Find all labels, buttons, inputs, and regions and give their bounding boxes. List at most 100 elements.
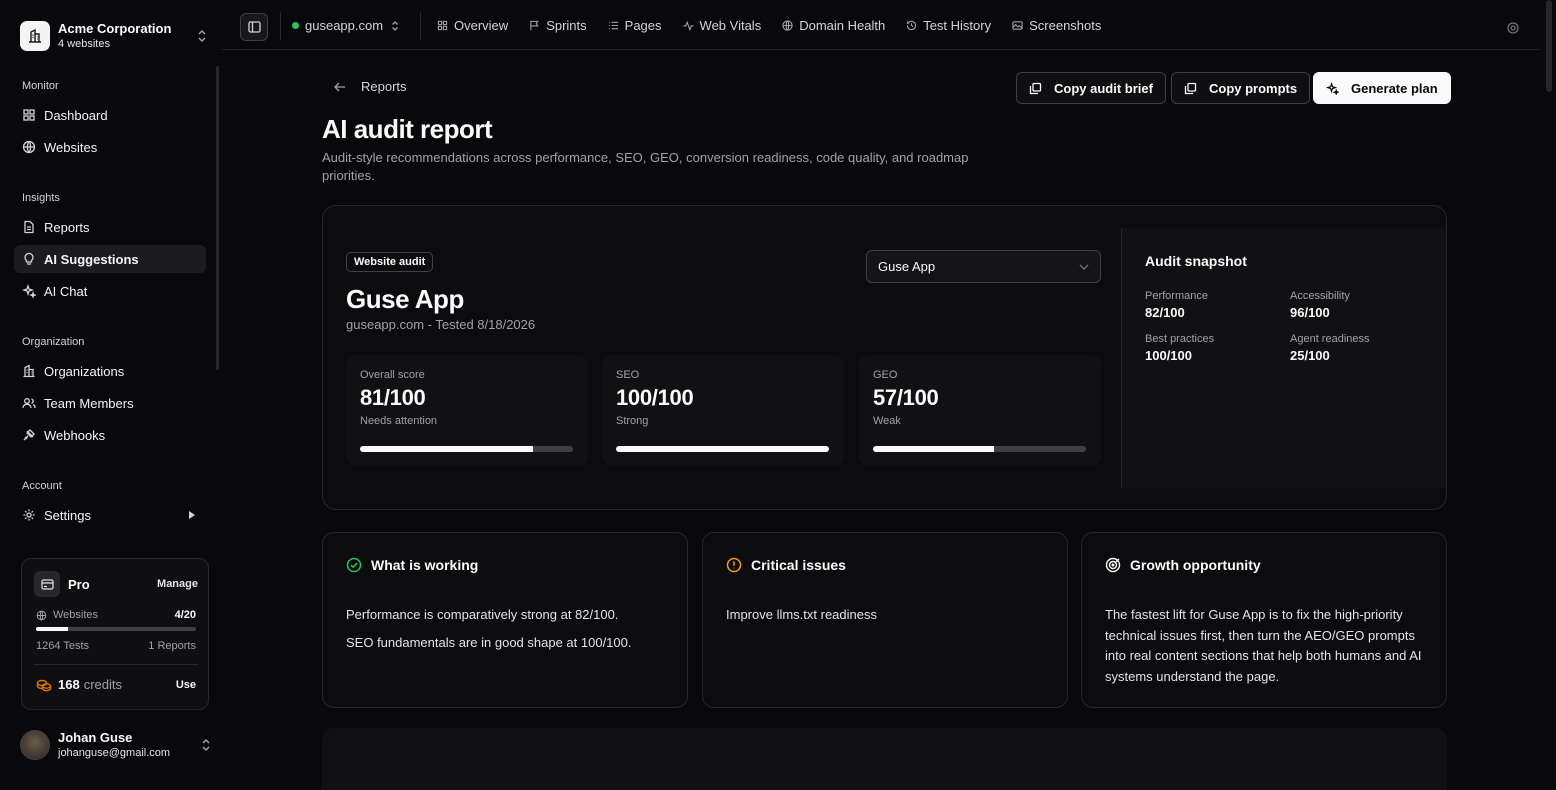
score-progress-fill (873, 446, 995, 452)
card-line: Performance is comparatively strong at 8… (346, 607, 619, 622)
tab-screenshots[interactable]: Screenshots (1012, 18, 1101, 33)
credit-card-icon (34, 571, 60, 597)
sidebar-item-team-members[interactable]: Team Members (14, 389, 206, 417)
audit-site-name: Guse App (346, 284, 464, 314)
card-line: The fastest lift for Guse App is to fix … (1105, 607, 1422, 684)
page-scrollbar[interactable] (1546, 0, 1552, 92)
globe-icon (22, 140, 36, 154)
score-progress (616, 446, 829, 452)
image-icon (1012, 21, 1023, 30)
site-selector[interactable]: guseapp.com (292, 18, 399, 33)
divider (420, 12, 421, 40)
tab-sprints[interactable]: Sprints (529, 18, 587, 33)
plan-card: Pro Manage Websites 4/20 1264 Tests 1 Re… (21, 558, 209, 710)
back-to-reports-link[interactable]: Reports (333, 79, 407, 94)
user-menu[interactable]: Johan Guse johanguse@gmail.com (20, 730, 212, 760)
sidebar-item-label: Team Members (44, 395, 134, 411)
sidebar-item-label: Websites (44, 139, 98, 155)
snapshot-label: Best practices (1145, 333, 1215, 345)
tab-label: Screenshots (1029, 18, 1102, 33)
plan-reports: 1 Reports (148, 640, 196, 652)
sidebar-item-label: AI Suggestions (44, 251, 139, 267)
score-progress (873, 446, 1086, 452)
score-card-geo: GEO 57/100 Weak (859, 355, 1101, 466)
coins-icon (36, 679, 52, 691)
webhook-icon (23, 429, 35, 441)
plan-name: Pro (68, 576, 90, 592)
sidebar-item-ai-chat[interactable]: AI Chat (14, 277, 206, 305)
generate-plan-button[interactable]: Generate plan (1313, 72, 1451, 104)
sidebar-scrollbar[interactable] (216, 66, 219, 370)
copy-prompts-button[interactable]: Copy prompts (1171, 72, 1311, 104)
sidebar-item-label: Settings (44, 507, 91, 523)
plan-manage-button[interactable]: Manage (157, 578, 198, 590)
back-label: Reports (361, 79, 407, 94)
score-progress-fill (360, 446, 533, 452)
tab-domain-health[interactable]: Domain Health (782, 18, 885, 33)
score-label: GEO (873, 369, 898, 381)
snapshot-value: 82/100 (1145, 305, 1185, 320)
activity-icon (682, 20, 694, 31)
snapshot-label: Agent readiness (1290, 333, 1370, 345)
topbar: guseapp.com Overview Sprints Pages Web V… (222, 0, 1540, 50)
website-select[interactable]: Guse App (866, 250, 1101, 283)
score-value: 81/100 (360, 385, 426, 410)
score-card-seo: SEO 100/100 Strong (602, 355, 844, 466)
credits-count: 168 (58, 677, 80, 692)
org-website-count: 4 websites (58, 38, 110, 50)
grid-icon (437, 20, 448, 31)
audit-site-meta: guseapp.com - Tested 8/18/2026 (346, 317, 536, 332)
sidebar-toggle-button[interactable] (240, 13, 268, 41)
card-title: Growth opportunity (1130, 557, 1261, 573)
tab-label: Test History (923, 18, 992, 33)
sidebar-item-organizations[interactable]: Organizations (14, 357, 206, 385)
tab-label: Domain Health (799, 18, 886, 33)
plan-websites-progress (36, 627, 196, 631)
audit-snapshot-title: Audit snapshot (1145, 253, 1247, 269)
use-credits-button[interactable]: Use (176, 679, 196, 691)
panel-left-icon (247, 21, 261, 33)
nav-section-organization: Organization (22, 336, 85, 348)
sidebar-item-webhooks[interactable]: Webhooks (14, 421, 206, 449)
audit-snapshot-panel: Audit snapshot Performance 82/100 Access… (1121, 228, 1446, 488)
critical-issues-card: Critical issues Improve llms.txt readine… (702, 532, 1068, 708)
sparkles-icon (22, 284, 36, 298)
org-name: Acme Corporation (58, 21, 172, 36)
sidebar-item-dashboard[interactable]: Dashboard (14, 101, 206, 129)
sidebar-item-websites[interactable]: Websites (14, 133, 206, 161)
sidebar: Acme Corporation 4 websites Monitor Dash… (0, 0, 222, 790)
user-name: Johan Guse (58, 730, 133, 745)
sidebar-item-label: Reports (44, 219, 90, 235)
sparkles-icon (1326, 81, 1339, 95)
gear-icon (23, 509, 35, 521)
copy-icon (1029, 82, 1042, 94)
tab-pages[interactable]: Pages (608, 18, 662, 33)
building-icon (23, 364, 35, 378)
gear-icon[interactable] (1506, 21, 1520, 35)
plan-websites-progress-fill (36, 627, 68, 631)
org-switcher[interactable]: Acme Corporation 4 websites (14, 14, 214, 58)
sidebar-item-label: Webhooks (44, 427, 106, 443)
target-icon (1105, 557, 1121, 573)
divider (280, 12, 281, 40)
tab-test-history[interactable]: Test History (906, 18, 991, 33)
snapshot-item-performance: Performance 82/100 (1145, 290, 1275, 320)
tab-web-vitals[interactable]: Web Vitals (682, 18, 762, 33)
list-icon (608, 21, 618, 30)
chevrons-up-down-icon (202, 738, 210, 752)
tab-overview[interactable]: Overview (437, 18, 508, 33)
sidebar-item-reports[interactable]: Reports (14, 213, 206, 241)
score-label: Overall score (360, 369, 425, 381)
nav-section-monitor: Monitor (22, 80, 59, 92)
globe-icon (36, 610, 47, 620)
copy-icon (1184, 82, 1197, 94)
chevrons-up-down-icon (198, 29, 206, 43)
sidebar-item-ai-suggestions[interactable]: AI Suggestions (14, 245, 206, 273)
sidebar-item-settings[interactable]: Settings (14, 501, 206, 529)
button-label: Copy audit brief (1054, 80, 1153, 96)
site-tabs: Overview Sprints Pages Web Vitals Domain… (437, 18, 1122, 33)
avatar (20, 730, 50, 760)
score-status: Weak (873, 415, 901, 427)
tab-label: Web Vitals (699, 18, 762, 33)
copy-audit-brief-button[interactable]: Copy audit brief (1016, 72, 1166, 104)
